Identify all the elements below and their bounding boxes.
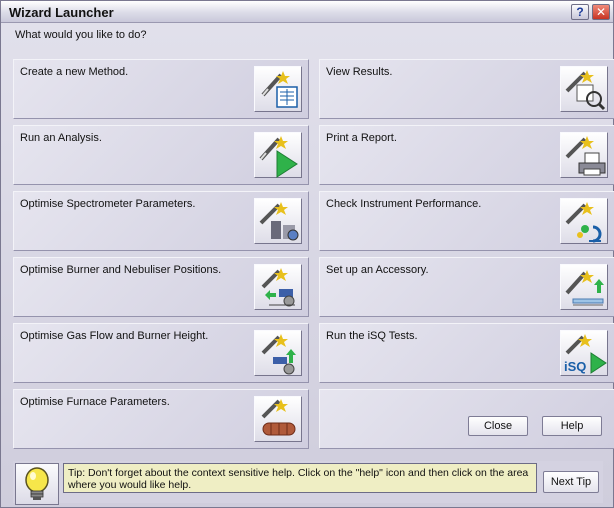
next-tip-button[interactable]: Next Tip [543, 471, 599, 493]
view-results-icon [560, 66, 608, 112]
close-button[interactable]: Close [468, 416, 528, 436]
title-bar[interactable]: Wizard Launcher ? ✕ [1, 1, 613, 23]
tip-text: Tip: Don't forget about the context sens… [63, 463, 537, 493]
isq-label-text: iSQ [564, 359, 586, 374]
instrument-performance-icon [560, 198, 608, 244]
card-optimise-furnace[interactable]: Optimise Furnace Parameters. [13, 389, 309, 449]
lightbulb-icon [15, 463, 59, 505]
card-label: Optimise Burner and Nebuliser Positions. [20, 264, 222, 276]
run-analysis-icon [254, 132, 302, 178]
card-check-instrument[interactable]: Check Instrument Performance. [319, 191, 614, 251]
card-setup-accessory[interactable]: Set up an Accessory. [319, 257, 614, 317]
card-label: Run the iSQ Tests. [326, 330, 418, 342]
card-label: Optimise Furnace Parameters. [20, 396, 170, 408]
help-button[interactable]: Help [542, 416, 602, 436]
card-optimise-gas-flow[interactable]: Optimise Gas Flow and Burner Height. [13, 323, 309, 383]
card-run-isq-tests[interactable]: Run the iSQ Tests. iSQ [319, 323, 614, 383]
spectrometer-icon [254, 198, 302, 244]
print-report-icon [560, 132, 608, 178]
isq-tests-icon: iSQ [560, 330, 608, 376]
gas-flow-icon [254, 330, 302, 376]
card-label: Create a new Method. [20, 66, 129, 78]
card-optimise-burner-nebuliser[interactable]: Optimise Burner and Nebuliser Positions. [13, 257, 309, 317]
tip-bar: Tip: Don't forget about the context sens… [13, 461, 603, 505]
burner-position-icon [254, 264, 302, 310]
card-view-results[interactable]: View Results. [319, 59, 614, 119]
card-optimise-spectrometer[interactable]: Optimise Spectrometer Parameters. [13, 191, 309, 251]
card-label: View Results. [326, 66, 393, 78]
card-create-method[interactable]: Create a new Method. [13, 59, 309, 119]
titlebar-close-button[interactable]: ✕ [592, 4, 610, 20]
card-run-analysis[interactable]: Run an Analysis. [13, 125, 309, 185]
method-wizard-icon [254, 66, 302, 112]
card-label: Check Instrument Performance. [326, 198, 482, 210]
card-label: Run an Analysis. [20, 132, 102, 144]
card-label: Set up an Accessory. [326, 264, 429, 276]
card-label: Print a Report. [326, 132, 397, 144]
prompt-text: What would you like to do? [15, 29, 147, 41]
wizard-launcher-window: Wizard Launcher ? ✕ What would you like … [0, 0, 614, 508]
furnace-icon [254, 396, 302, 442]
accessory-icon [560, 264, 608, 310]
card-label: Optimise Spectrometer Parameters. [20, 198, 196, 210]
window-title: Wizard Launcher [9, 5, 114, 20]
card-print-report[interactable]: Print a Report. [319, 125, 614, 185]
actions-panel: Close Help [319, 389, 614, 449]
card-label: Optimise Gas Flow and Burner Height. [20, 330, 209, 342]
titlebar-help-button[interactable]: ? [571, 4, 589, 20]
